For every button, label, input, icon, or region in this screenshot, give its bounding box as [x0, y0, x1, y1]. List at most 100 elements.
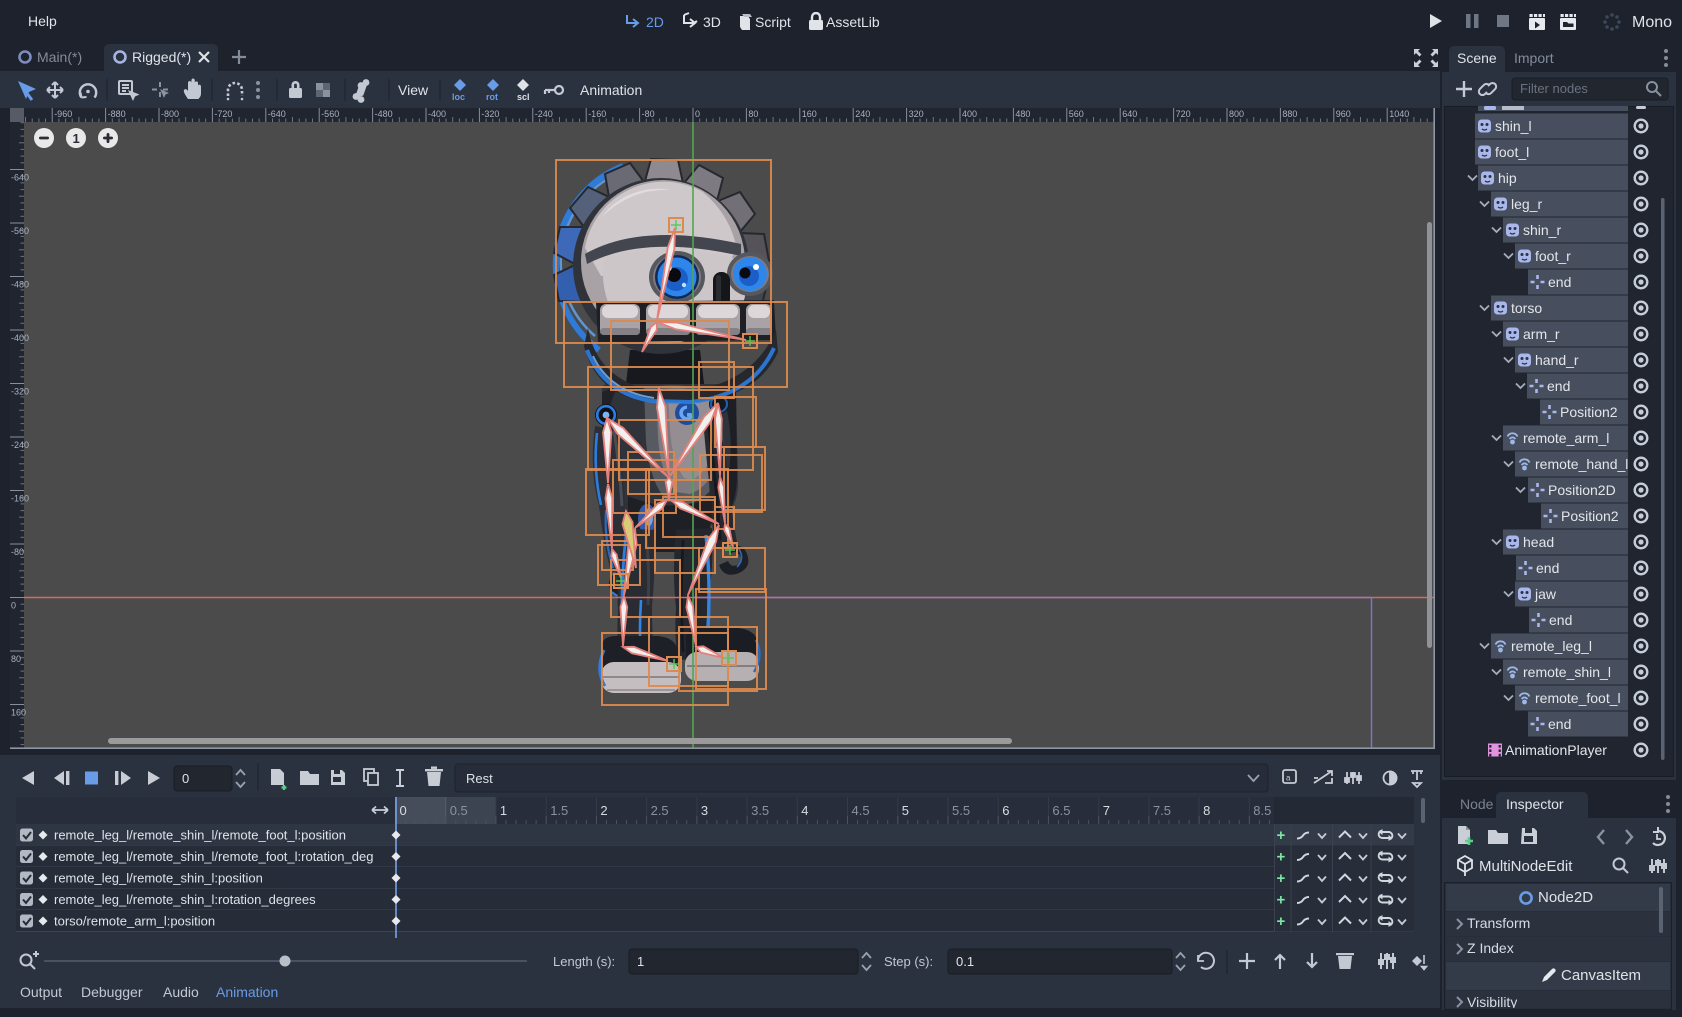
svg-text:end: end [1536, 560, 1559, 576]
svg-text:Animation: Animation [580, 82, 642, 98]
svg-text:-80: -80 [642, 109, 655, 119]
svg-text:-320: -320 [481, 109, 499, 119]
svg-text:head: head [1523, 534, 1554, 550]
svg-text:6.5: 6.5 [1052, 803, 1070, 818]
svg-text:remote_leg_l/remote_shin_l/rem: remote_leg_l/remote_shin_l/remote_foot_l… [54, 828, 346, 843]
svg-text:800: 800 [1229, 109, 1244, 119]
svg-text:Filter nodes: Filter nodes [1520, 81, 1588, 96]
svg-text:-400: -400 [11, 333, 29, 343]
svg-text:80: 80 [748, 109, 758, 119]
svg-text:-160: -160 [11, 494, 29, 504]
svg-text:foot_r: foot_r [1535, 248, 1571, 264]
svg-text:Step (s):: Step (s): [884, 954, 933, 969]
svg-text:0.5: 0.5 [450, 803, 468, 818]
svg-text:-560: -560 [11, 226, 29, 236]
svg-text:5.5: 5.5 [952, 803, 970, 818]
svg-text:+: + [1277, 913, 1286, 930]
svg-text:shin_r: shin_r [1523, 222, 1561, 238]
svg-text:560: 560 [1069, 109, 1084, 119]
svg-text:880: 880 [1282, 109, 1297, 119]
svg-text:8: 8 [1203, 803, 1210, 818]
svg-text:480: 480 [1015, 109, 1030, 119]
svg-text:640: 640 [1122, 109, 1137, 119]
svg-text:8.5: 8.5 [1253, 803, 1271, 818]
svg-text:-80: -80 [11, 547, 24, 557]
svg-text:-480: -480 [375, 109, 393, 119]
svg-text:960: 960 [1336, 109, 1351, 119]
svg-text:3: 3 [701, 803, 708, 818]
svg-text:remote_arm_l: remote_arm_l [1523, 430, 1609, 446]
svg-text:AnimationPlayer: AnimationPlayer [1505, 742, 1607, 758]
svg-text:Position2: Position2 [1561, 508, 1619, 524]
svg-text:7.5: 7.5 [1153, 803, 1171, 818]
svg-text:3D: 3D [703, 14, 721, 30]
svg-text:arm_r: arm_r [1523, 326, 1560, 342]
svg-text:-960: -960 [54, 109, 72, 119]
svg-text:Script: Script [755, 14, 791, 30]
svg-text:loc: loc [452, 92, 465, 102]
svg-text:end: end [1548, 274, 1571, 290]
svg-text:-400: -400 [428, 109, 446, 119]
svg-text:0.1: 0.1 [956, 954, 974, 969]
svg-text:MultiNodeEdit: MultiNodeEdit [1479, 858, 1573, 875]
svg-text:remote_leg_l/remote_shin_l:pos: remote_leg_l/remote_shin_l:position [54, 871, 263, 886]
svg-text:6: 6 [1002, 803, 1009, 818]
svg-text:-160: -160 [588, 109, 606, 119]
svg-text:5: 5 [902, 803, 909, 818]
svg-text:foot_l: foot_l [1495, 144, 1529, 160]
svg-text:+: + [1277, 849, 1286, 866]
svg-text:-640: -640 [268, 109, 286, 119]
svg-text:View: View [398, 82, 429, 98]
svg-text:2.5: 2.5 [651, 803, 669, 818]
svg-text:Main(*): Main(*) [37, 49, 82, 65]
svg-text:remote_leg_l: remote_leg_l [1511, 638, 1592, 654]
svg-text:720: 720 [1176, 109, 1191, 119]
svg-text:rot: rot [486, 92, 498, 102]
svg-text:320: 320 [909, 109, 924, 119]
svg-text:7: 7 [1103, 803, 1110, 818]
svg-text:leg_r: leg_r [1511, 196, 1542, 212]
svg-text:Rigged(*): Rigged(*) [132, 49, 191, 65]
svg-text:+: + [1277, 827, 1286, 844]
svg-text:+: + [1277, 892, 1286, 909]
svg-text:remote_leg_l/remote_shin_l/rem: remote_leg_l/remote_shin_l/remote_foot_l… [54, 849, 373, 864]
svg-text:shin_l: shin_l [1495, 118, 1532, 134]
svg-text:-320: -320 [11, 387, 29, 397]
svg-text:Length (s):: Length (s): [553, 954, 615, 969]
svg-text:end: end [1548, 716, 1571, 732]
svg-text:80: 80 [11, 654, 21, 664]
svg-text:-560: -560 [321, 109, 339, 119]
svg-text:jaw: jaw [1534, 586, 1557, 602]
svg-text:160: 160 [11, 708, 26, 718]
svg-text:hand_r: hand_r [1535, 352, 1579, 368]
svg-text:1.5: 1.5 [550, 803, 568, 818]
svg-text:0: 0 [182, 771, 189, 786]
svg-text:-720: -720 [214, 109, 232, 119]
svg-text:240: 240 [855, 109, 870, 119]
svg-text:a: a [1286, 774, 1291, 783]
svg-text:+: + [1277, 870, 1286, 887]
svg-text:Rest: Rest [466, 771, 493, 786]
svg-text:scl: scl [517, 92, 530, 102]
svg-text:4: 4 [801, 803, 808, 818]
svg-text:end: end [1549, 612, 1572, 628]
svg-text:0: 0 [11, 601, 16, 611]
svg-text:remote_leg_l/remote_shin_l:rot: remote_leg_l/remote_shin_l:rotation_degr… [54, 892, 316, 907]
svg-text:Position2: Position2 [1560, 404, 1618, 420]
svg-text:1040: 1040 [1389, 109, 1409, 119]
svg-text:remote_hand_l: remote_hand_l [1535, 456, 1628, 472]
svg-text:Position2D: Position2D [1548, 482, 1616, 498]
svg-text:1: 1 [73, 131, 80, 146]
svg-text:160: 160 [802, 109, 817, 119]
svg-text:0: 0 [695, 109, 700, 119]
svg-text:-240: -240 [535, 109, 553, 119]
svg-text:Mono: Mono [1632, 14, 1672, 31]
svg-text:2: 2 [600, 803, 607, 818]
svg-text:3.5: 3.5 [751, 803, 769, 818]
svg-text:end: end [1547, 378, 1570, 394]
svg-text:AssetLib: AssetLib [826, 14, 880, 30]
svg-text:torso: torso [1511, 300, 1542, 316]
svg-text:1: 1 [500, 803, 507, 818]
svg-text:2D: 2D [646, 14, 664, 30]
svg-text:-640: -640 [11, 173, 29, 183]
